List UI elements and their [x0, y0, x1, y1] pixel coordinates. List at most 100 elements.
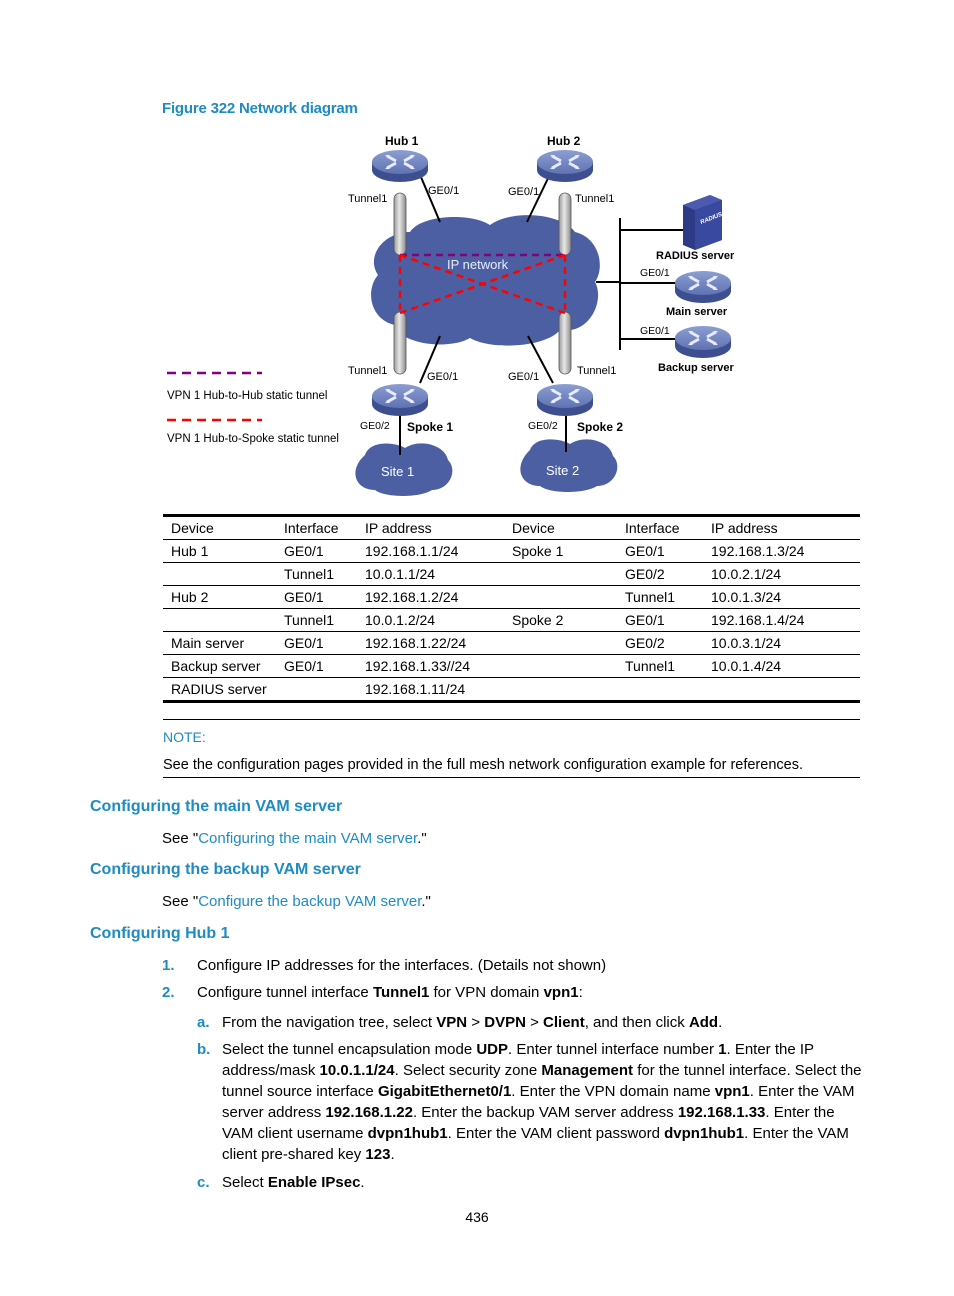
main-server-router-icon [673, 269, 733, 305]
table-row: Tunnel1 10.0.1.1/24 GE0/2 10.0.2.1/24 [163, 562, 860, 586]
figure-title: Figure 322 Network diagram [162, 100, 358, 117]
ip-network-label: IP network [447, 257, 509, 272]
note-text: See the configuration pages provided in … [163, 757, 803, 773]
table-cell: IP address [703, 515, 860, 540]
table-cell: Backup server [163, 654, 276, 678]
table-cell: Tunnel1 [617, 654, 703, 678]
hub1-router-icon [370, 148, 430, 184]
table-cell: Tunnel1 [276, 562, 357, 586]
step-1: 1. Configure IP addresses for the interf… [162, 957, 607, 974]
table-row: RADIUS server 192.168.1.11/24 [163, 678, 860, 702]
table-cell: Interface [276, 515, 357, 540]
table-cell [504, 585, 617, 609]
main-ge-label: GE0/1 [640, 267, 670, 279]
hub2-router-icon [535, 148, 595, 184]
table-cell [617, 678, 703, 702]
table-cell: Device [163, 515, 276, 540]
spoke2-tunnel-label: Tunnel1 [577, 365, 616, 377]
main-server-label: Main server [666, 306, 728, 318]
table-cell: Device [504, 515, 617, 540]
table-header-row: Device Interface IP address Device Interface… [163, 515, 860, 540]
heading-hub1: Configuring Hub 1 [90, 925, 230, 942]
heading-backup-vam: Configuring the backup VAM server [90, 861, 361, 878]
legend-hub-to-spoke-label: VPN 1 Hub-to-Spoke static tunnel [167, 433, 339, 445]
radius-server-icon: RADIUS [683, 195, 723, 250]
backup-server-router-icon [673, 324, 733, 360]
table-cell [163, 562, 276, 586]
spoke2-ge01-label: GE0/1 [508, 371, 539, 383]
table-cell: 192.168.1.22/24 [357, 631, 504, 655]
spoke1-tunnel-label: Tunnel1 [348, 365, 387, 377]
table-cell [703, 678, 860, 702]
table-row: Hub 1 GE0/1 192.168.1.1/24 Spoke 1 GE0/1 192.… [163, 539, 860, 563]
table-cell: 192.168.1.4/24 [703, 608, 860, 632]
substep-a: a. From the navigation tree, select VPN … [197, 1014, 723, 1031]
table-cell: 10.0.1.3/24 [703, 585, 860, 609]
step-2: 2. Configure tunnel interface Tunnel1 fo… [162, 984, 583, 1001]
table-cell [504, 631, 617, 655]
spoke1-label: Spoke 1 [407, 420, 453, 434]
spoke2-label: Spoke 2 [577, 420, 623, 434]
table-cell: GE0/2 [617, 631, 703, 655]
table-cell: GE0/1 [276, 585, 357, 609]
substep-c: c. Select Enable IPsec. [197, 1174, 365, 1191]
hub1-ge-label: GE0/1 [428, 185, 459, 197]
hub2-tunnel-label: Tunnel1 [575, 193, 614, 205]
page-number: 436 [465, 1209, 489, 1225]
hub1-tunnel-label: Tunnel1 [348, 193, 387, 205]
table-cell: GE0/1 [276, 539, 357, 563]
legend: VPN 1 Hub-to-Hub static tunnel VPN 1 Hub… [167, 371, 339, 445]
hub1-label: Hub 1 [385, 134, 419, 148]
table-cell: GE0/1 [276, 654, 357, 678]
table-cell: Hub 1 [163, 539, 276, 563]
table-row: Tunnel1 10.0.1.2/24 Spoke 2 GE0/1 192.168.1.… [163, 608, 860, 632]
table-cell: 192.168.1.1/24 [357, 539, 504, 563]
table-row: Backup server GE0/1 192.168.1.33//24 Tunnel… [163, 654, 860, 678]
spoke1-router-icon [370, 382, 430, 418]
table-cell [504, 654, 617, 678]
network-diagram: RADIUS Hub 1 Hub 2 Tunnel1 GE0/1 GE0/1 T… [167, 134, 735, 496]
table-cell: 192.168.1.11/24 [365, 681, 466, 697]
table-cell: GE0/1 [617, 608, 703, 632]
main-vam-see: See "Configuring the main VAM server." [162, 830, 427, 847]
table-cell: GE0/2 [617, 562, 703, 586]
table-cell: 10.0.1.2/24 [357, 608, 504, 632]
table-cell: 10.0.1.4/24 [703, 654, 860, 678]
radius-label: RADIUS server [656, 250, 735, 262]
table-cell: Tunnel1 [276, 608, 357, 632]
table-cell: RADIUS server [171, 681, 267, 697]
heading-main-vam: Configuring the main VAM server [90, 798, 343, 815]
table-cell [163, 608, 276, 632]
backup-vam-see: See "Configure the backup VAM server." [162, 893, 431, 910]
table-cell: 192.168.1.2/24 [357, 585, 504, 609]
table-cell [276, 678, 357, 702]
table-cell: 192.168.1.3/24 [703, 539, 860, 563]
spoke2-router-icon [535, 382, 595, 418]
backup-server-label: Backup server [658, 362, 735, 374]
note-label: NOTE: [163, 729, 206, 745]
ip-address-table: Device Interface IP address Device Interface… [163, 514, 860, 703]
site2-label: Site 2 [546, 463, 579, 478]
site1-label: Site 1 [381, 464, 414, 479]
table-cell: 192.168.1.33//24 [357, 654, 504, 678]
spoke1-ge01-label: GE0/1 [427, 371, 458, 383]
backup-vam-link[interactable]: Configure the backup VAM server [198, 893, 421, 910]
spoke2-ge02-label: GE0/2 [528, 420, 558, 432]
table-cell: Main server [163, 631, 276, 655]
table-cell [504, 678, 617, 702]
table-cell: Spoke 1 [504, 539, 617, 563]
hub2-ge-label: GE0/1 [508, 186, 539, 198]
legend-hub-to-hub-label: VPN 1 Hub-to-Hub static tunnel [167, 390, 327, 402]
substep-b: b. Select the tunnel encapsulation mode … [197, 1041, 862, 1163]
table-cell: 10.0.1.1/24 [357, 562, 504, 586]
table-cell: IP address [357, 515, 504, 540]
hub2-label: Hub 2 [547, 134, 581, 148]
main-vam-link[interactable]: Configuring the main VAM server [198, 830, 417, 847]
table-cell: GE0/1 [617, 539, 703, 563]
substep-b-text: Select the tunnel encapsulation mode UDP… [222, 1041, 862, 1163]
table-cell [504, 562, 617, 586]
table-cell: Spoke 2 [504, 608, 617, 632]
table-cell: 10.0.2.1/24 [703, 562, 860, 586]
backup-ge-label: GE0/1 [640, 325, 670, 337]
table-cell: 10.0.3.1/24 [703, 631, 860, 655]
